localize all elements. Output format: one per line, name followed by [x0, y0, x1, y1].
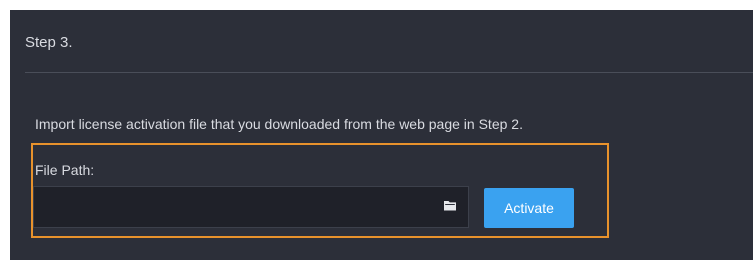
- instruction-text: Import license activation file that you …: [35, 116, 523, 132]
- activate-button[interactable]: Activate: [484, 188, 574, 228]
- folder-icon[interactable]: [444, 200, 457, 211]
- file-path-label: File Path:: [35, 162, 95, 178]
- step-title: Step 3.: [25, 34, 73, 51]
- section-divider: [25, 72, 753, 73]
- file-path-input[interactable]: [33, 186, 469, 228]
